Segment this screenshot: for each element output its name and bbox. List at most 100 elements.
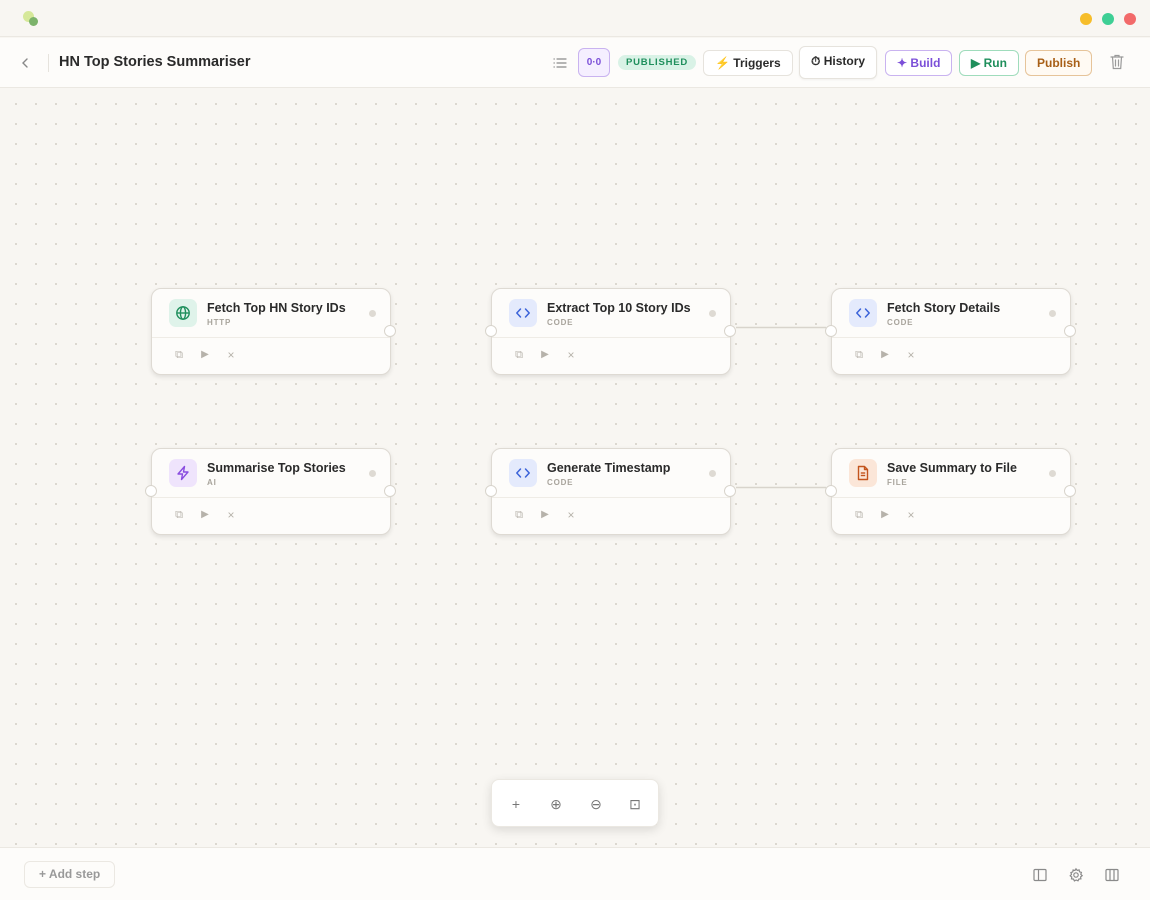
file-icon xyxy=(849,459,877,487)
node-header: Fetch Story Details CODE xyxy=(832,289,1070,338)
node-fetch-top-hn-story-ids[interactable]: Fetch Top HN Story IDs HTTP ⧉ ▶ × xyxy=(151,288,396,375)
sparkle-icon: ✦ xyxy=(897,56,908,70)
node-header: Save Summary to File FILE xyxy=(832,449,1070,498)
node-type: CODE xyxy=(887,318,914,327)
center-view-button[interactable]: ⊕ xyxy=(546,794,566,814)
input-port[interactable] xyxy=(485,325,497,337)
close-icon[interactable]: × xyxy=(564,347,578,363)
node-status-dot xyxy=(369,470,376,477)
history-button[interactable]: ⏱ History xyxy=(799,46,878,79)
duplicate-icon[interactable]: ⧉ xyxy=(172,507,186,523)
play-icon[interactable]: ▶ xyxy=(538,507,552,523)
columns-icon[interactable] xyxy=(1104,867,1120,883)
duplicate-icon[interactable]: ⧉ xyxy=(852,507,866,523)
lightning-icon xyxy=(169,459,197,487)
code-icon xyxy=(509,459,537,487)
panel-split-icon[interactable] xyxy=(1032,867,1048,883)
node-title: Summarise Top Stories xyxy=(207,461,346,475)
play-icon[interactable]: ▶ xyxy=(878,507,892,523)
input-port[interactable] xyxy=(485,485,497,497)
code-icon xyxy=(849,299,877,327)
close-icon[interactable]: × xyxy=(224,507,238,523)
workflow-canvas[interactable]: Fetch Top HN Story IDs HTTP ⧉ ▶ × Extrac… xyxy=(0,88,1150,847)
play-icon: ▶ xyxy=(971,56,981,70)
input-port[interactable] xyxy=(825,485,837,497)
window-close-button[interactable] xyxy=(1124,13,1136,25)
node-status-dot xyxy=(709,470,716,477)
node-type: CODE xyxy=(547,478,574,487)
node-header: Summarise Top Stories AI xyxy=(152,449,390,498)
node-title: Fetch Top HN Story IDs xyxy=(207,301,346,315)
run-button[interactable]: ▶ Run xyxy=(959,50,1019,76)
play-icon[interactable]: ▶ xyxy=(878,347,892,363)
output-port[interactable] xyxy=(384,485,396,497)
status-badge: PUBLISHED xyxy=(618,55,697,70)
output-port[interactable] xyxy=(1064,325,1076,337)
node-status-dot xyxy=(709,310,716,317)
zoom-in-button[interactable]: + xyxy=(506,794,526,814)
duplicate-icon[interactable]: ⧉ xyxy=(852,347,866,363)
lightning-icon: ⚡ xyxy=(715,56,730,70)
close-icon[interactable]: × xyxy=(904,347,918,363)
node-title: Fetch Story Details xyxy=(887,301,1001,315)
node-title: Generate Timestamp xyxy=(547,461,671,475)
output-port[interactable] xyxy=(1064,485,1076,497)
duplicate-icon[interactable]: ⧉ xyxy=(512,347,526,363)
app-logo-icon xyxy=(22,10,40,28)
input-port[interactable] xyxy=(145,485,157,497)
stopwatch-icon: ⏱ xyxy=(811,54,821,68)
input-port[interactable] xyxy=(825,325,837,337)
play-icon[interactable]: ▶ xyxy=(198,507,212,523)
footer-bar: + Add step xyxy=(0,847,1150,900)
close-icon[interactable]: × xyxy=(904,507,918,523)
node-type: CODE xyxy=(547,318,574,327)
window-titlebar xyxy=(0,0,1150,37)
node-type: HTTP xyxy=(207,318,232,327)
play-icon[interactable]: ▶ xyxy=(538,347,552,363)
output-port[interactable] xyxy=(724,485,736,497)
duplicate-icon[interactable]: ⧉ xyxy=(512,507,526,523)
add-step-button[interactable]: + Add step xyxy=(24,861,116,888)
node-save-summary-to-file[interactable]: Save Summary to File FILE ⧉ ▶ × xyxy=(825,448,1076,535)
header-divider xyxy=(48,54,49,72)
node-status-dot xyxy=(369,310,376,317)
code-icon xyxy=(509,299,537,327)
node-extract-top-10-story-ids[interactable]: Extract Top 10 Story IDs CODE ⧉ ▶ × xyxy=(485,288,736,375)
play-icon[interactable]: ▶ xyxy=(198,347,212,363)
duplicate-icon[interactable]: ⧉ xyxy=(172,347,186,363)
node-header: Extract Top 10 Story IDs CODE xyxy=(492,289,730,338)
close-icon[interactable]: × xyxy=(564,507,578,523)
node-title: Extract Top 10 Story IDs xyxy=(547,301,691,315)
trash-icon[interactable] xyxy=(1109,53,1125,71)
zoom-toolbar: + ⊕ ⊖ ⊡ xyxy=(491,779,659,827)
window-minimize-button[interactable] xyxy=(1080,13,1092,25)
triggers-label: Triggers xyxy=(733,56,781,70)
workflow-header: HN Top Stories Summariser 0·0 PUBLISHED … xyxy=(0,38,1150,88)
node-type: AI xyxy=(207,478,217,487)
globe-icon xyxy=(169,299,197,327)
node-count-badge[interactable]: 0·0 xyxy=(578,48,610,77)
node-header: Fetch Top HN Story IDs HTTP xyxy=(152,289,390,338)
node-type: FILE xyxy=(887,478,908,487)
publish-button[interactable]: Publish xyxy=(1025,50,1093,76)
triggers-button[interactable]: ⚡ Triggers xyxy=(703,50,793,76)
node-summarise-top-stories[interactable]: Summarise Top Stories AI ⧉ ▶ × xyxy=(145,448,396,535)
node-header: Generate Timestamp CODE xyxy=(492,449,730,498)
fit-view-button[interactable]: ⊡ xyxy=(625,794,645,814)
run-label: Run xyxy=(983,56,1007,70)
list-icon[interactable] xyxy=(551,54,569,72)
close-icon[interactable]: × xyxy=(224,347,238,363)
node-status-dot xyxy=(1049,470,1056,477)
output-port[interactable] xyxy=(724,325,736,337)
window-maximize-button[interactable] xyxy=(1102,13,1114,25)
node-fetch-story-details[interactable]: Fetch Story Details CODE ⧉ ▶ × xyxy=(825,288,1076,375)
node-title: Save Summary to File xyxy=(887,461,1017,475)
build-button[interactable]: ✦ Build xyxy=(885,50,953,76)
back-button[interactable] xyxy=(14,52,36,74)
node-status-dot xyxy=(1049,310,1056,317)
gear-icon[interactable] xyxy=(1068,867,1084,883)
output-port[interactable] xyxy=(384,325,396,337)
zoom-out-button[interactable]: ⊖ xyxy=(586,794,606,814)
node-generate-timestamp[interactable]: Generate Timestamp CODE ⧉ ▶ × xyxy=(485,448,736,535)
workflow-title: HN Top Stories Summariser xyxy=(59,54,251,70)
